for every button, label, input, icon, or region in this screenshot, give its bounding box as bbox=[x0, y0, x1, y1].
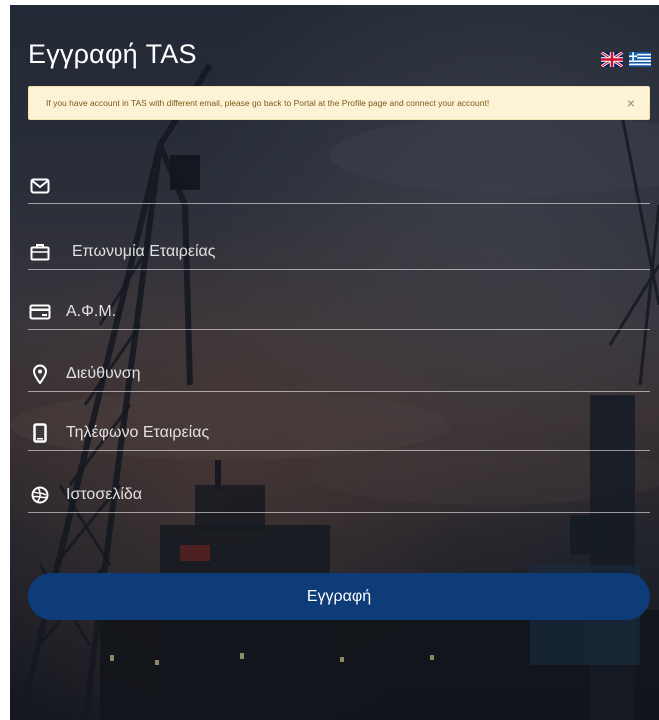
website-input[interactable] bbox=[66, 481, 650, 509]
tax-id-field-row bbox=[28, 295, 650, 330]
company-phone-input[interactable] bbox=[66, 419, 650, 447]
company-name-input[interactable] bbox=[66, 238, 650, 266]
mobile-phone-icon bbox=[28, 421, 52, 445]
address-input[interactable] bbox=[66, 360, 650, 388]
company-name-field-row bbox=[28, 235, 650, 270]
globe-icon bbox=[28, 483, 52, 507]
registration-panel: Εγγραφή TAS If you have account in TAS w… bbox=[10, 5, 659, 720]
register-button[interactable]: Εγγραφή bbox=[28, 573, 650, 620]
uk-flag-icon[interactable] bbox=[601, 52, 623, 67]
page-title: Εγγραφή TAS bbox=[28, 39, 197, 69]
tax-id-input[interactable] bbox=[66, 298, 650, 326]
email-field-row bbox=[28, 169, 650, 204]
credit-card-icon bbox=[28, 300, 52, 324]
email-input[interactable] bbox=[66, 172, 650, 200]
language-switcher bbox=[601, 52, 651, 67]
envelope-icon bbox=[28, 174, 52, 198]
close-icon[interactable]: × bbox=[627, 96, 635, 110]
phone-field-row bbox=[28, 416, 650, 451]
briefcase-icon bbox=[28, 240, 52, 264]
account-warning-alert: If you have account in TAS with differen… bbox=[28, 86, 650, 120]
map-pin-icon bbox=[28, 362, 52, 386]
alert-message: If you have account in TAS with differen… bbox=[46, 98, 490, 108]
greek-flag-icon[interactable] bbox=[629, 52, 651, 67]
website-field-row bbox=[28, 478, 650, 513]
address-field-row bbox=[28, 357, 650, 392]
